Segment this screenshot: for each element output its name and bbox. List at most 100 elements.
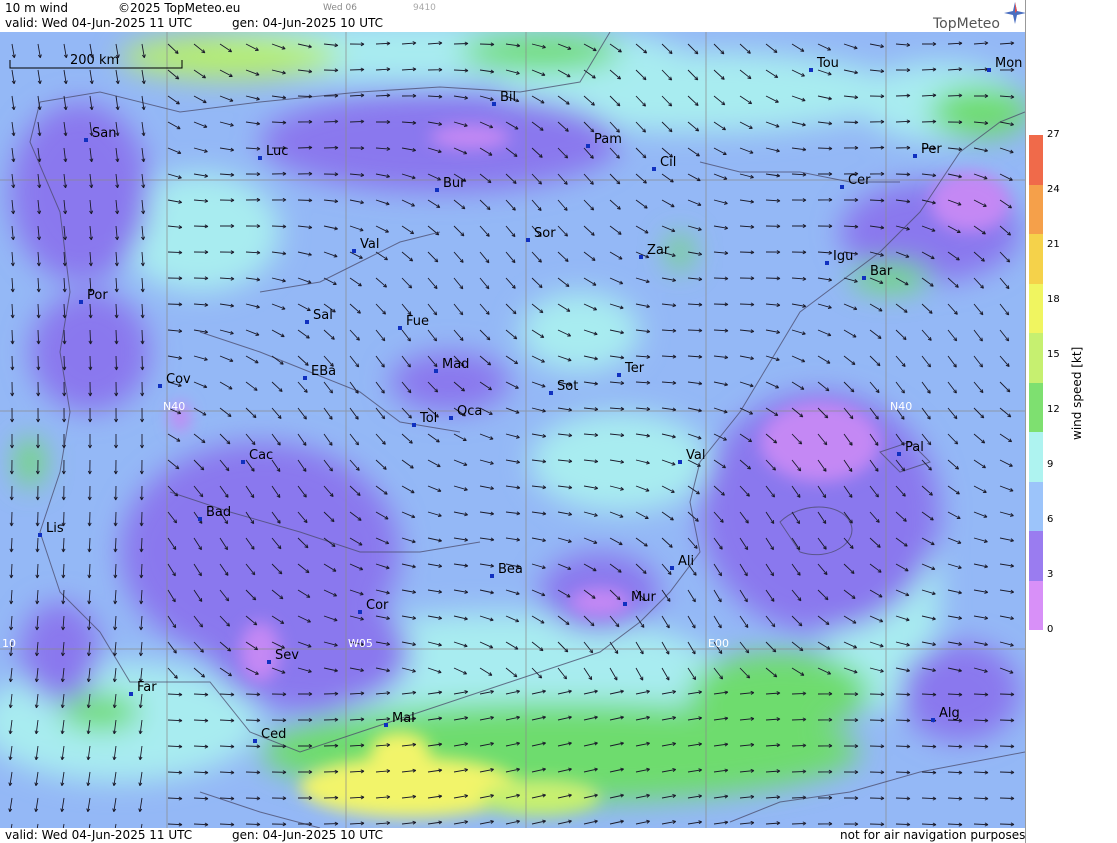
city-label: Sot (557, 379, 578, 394)
small-code: 9410 (413, 3, 436, 13)
city-marker (913, 154, 917, 158)
city-label: Cor (366, 598, 389, 613)
city-label: Tou (816, 56, 839, 71)
city-label: Mon (995, 56, 1022, 71)
legend-tick-label: 15 (1047, 349, 1060, 360)
city-marker (639, 255, 643, 259)
legend-swatch (1029, 135, 1043, 185)
city-marker (434, 369, 438, 373)
legend-tick-label: 21 (1047, 239, 1060, 250)
legend-swatch (1029, 481, 1043, 531)
wind-map: 200 km N40 N40 W05 E00 10 Tou Mon Bil San Pa… (0, 32, 1025, 828)
city-label: Val (360, 237, 379, 252)
legend-tick-label: 27 (1047, 129, 1060, 140)
city-label: Tol (419, 411, 437, 426)
legend-swatch (1029, 234, 1043, 284)
logo-text: TopMeteo (933, 16, 1000, 32)
city-label: Val (686, 448, 705, 463)
city-label: Bea (498, 562, 523, 577)
legend-swatch (1029, 283, 1043, 333)
city-marker (809, 68, 813, 72)
city-label: Ter (624, 361, 645, 376)
footer-note: not for air navigation purposes (840, 828, 1026, 842)
footer-bar: valid: Wed 04-Jun-2025 11 UTC gen: 04-Ju… (0, 828, 1025, 843)
gen-time: gen: 04-Jun-2025 10 UTC (232, 16, 384, 30)
header-bar: 10 m wind ©2025 TopMeteo.eu Wed 06 9410 … (0, 0, 1025, 32)
city-marker (129, 692, 133, 696)
city-label: Por (87, 288, 108, 303)
city-marker (549, 391, 553, 395)
city-marker (258, 156, 262, 160)
wind-map-svg: 200 km N40 N40 W05 E00 10 Tou Mon Bil San Pa… (0, 32, 1025, 828)
legend-tick-label: 6 (1047, 514, 1054, 525)
city-label: Oca (457, 404, 482, 419)
city-label: Cac (249, 448, 273, 463)
city-marker (412, 423, 416, 427)
city-label: Bil (500, 90, 516, 105)
city-marker (623, 602, 627, 606)
legend-swatch (1029, 333, 1043, 383)
city-label: Pal (905, 440, 924, 455)
valid-time: valid: Wed 04-Jun-2025 11 UTC (5, 16, 193, 30)
city-label: Ced (261, 727, 286, 742)
city-marker (492, 102, 496, 106)
city-marker (198, 517, 202, 521)
legend-swatch (1029, 580, 1043, 630)
scale-bar-label: 200 km (70, 53, 119, 68)
city-label: Mal (392, 711, 415, 726)
legend-swatch (1029, 184, 1043, 234)
grid-label-n40-east: N40 (890, 400, 912, 413)
city-label: Bur (443, 176, 466, 191)
city-label: San (92, 126, 116, 141)
city-marker (305, 320, 309, 324)
grid-label-e00: E00 (708, 637, 729, 650)
legend-title: wind speed [kt] (1070, 346, 1084, 440)
city-marker (931, 718, 935, 722)
legend-tick-label: 18 (1047, 294, 1060, 305)
city-marker (38, 533, 42, 537)
city-marker (158, 384, 162, 388)
product-title: 10 m wind (5, 1, 68, 15)
grid-label-w10: 10 (2, 637, 16, 650)
city-label: Zar (647, 243, 670, 258)
city-marker (449, 416, 453, 420)
city-marker (678, 460, 682, 464)
city-marker (253, 739, 257, 743)
city-marker (617, 373, 621, 377)
city-marker (652, 167, 656, 171)
copyright: ©2025 TopMeteo.eu (118, 1, 241, 15)
city-marker (825, 261, 829, 265)
city-label: Per (921, 142, 942, 157)
city-label: Cov (166, 372, 191, 387)
city-marker (840, 185, 844, 189)
city-label: Ali (678, 554, 694, 569)
city-marker (670, 566, 674, 570)
legend-tick-label: 9 (1047, 459, 1054, 470)
city-label: Sal (313, 308, 333, 323)
city-marker (267, 660, 271, 664)
city-marker (987, 68, 991, 72)
city-marker (490, 574, 494, 578)
city-label: Cer (848, 173, 871, 188)
city-marker (241, 460, 245, 464)
city-label: Cil (660, 155, 676, 170)
city-marker (352, 249, 356, 253)
footer-gen-time: gen: 04-Jun-2025 10 UTC (232, 828, 384, 842)
city-label: Far (137, 680, 157, 695)
legend-swatch (1029, 382, 1043, 432)
city-label: Lis (46, 521, 64, 536)
grid-label-w05: W05 (348, 637, 373, 650)
legend-tick-label: 3 (1047, 569, 1054, 580)
grid-label-n40-west: N40 (163, 400, 185, 413)
city-marker (526, 238, 530, 242)
city-marker (79, 300, 83, 304)
legend-color-bar (1029, 135, 1043, 630)
small-day: Wed 06 (323, 3, 357, 13)
city-label: Igu (833, 249, 853, 264)
city-label: EBa (311, 364, 336, 379)
footer-valid-time: valid: Wed 04-Jun-2025 11 UTC (5, 828, 193, 842)
city-label: Alg (939, 706, 960, 721)
city-marker (358, 610, 362, 614)
city-marker (862, 276, 866, 280)
legend-tick-label: 24 (1047, 184, 1060, 195)
